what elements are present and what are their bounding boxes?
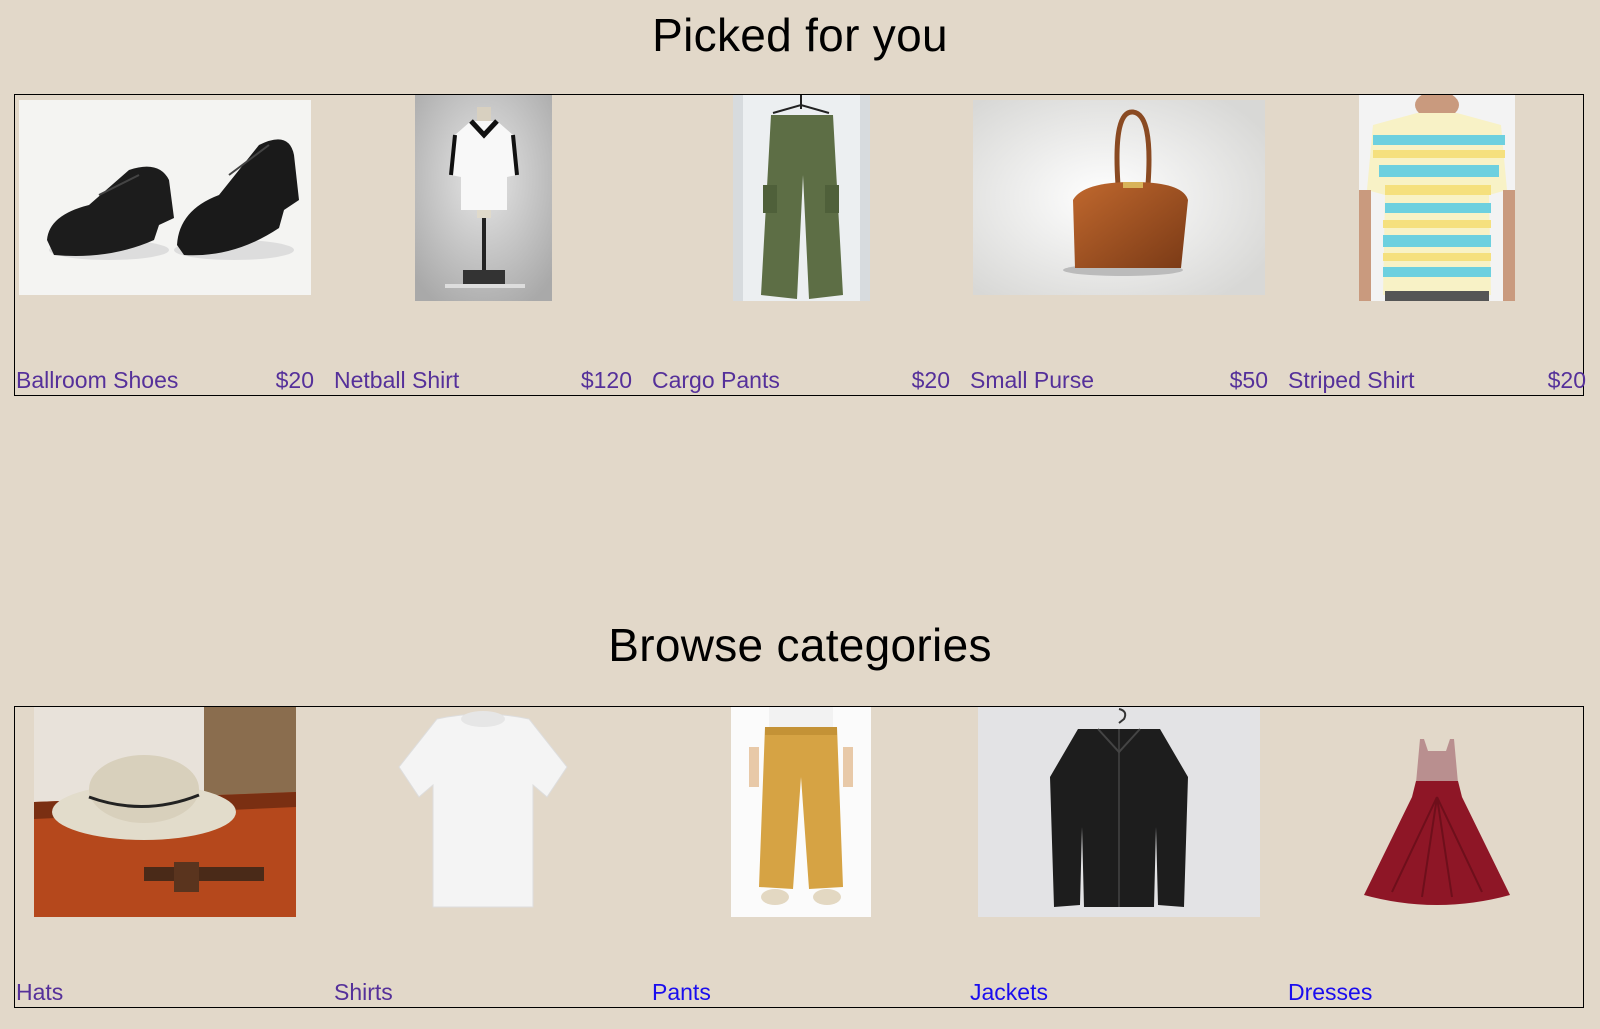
- product-name: Small Purse: [970, 367, 1094, 393]
- product-label: Cargo Pants $20: [652, 365, 950, 395]
- product-label: Small Purse $50: [970, 365, 1268, 395]
- product-image-netball-shirt: [414, 95, 552, 301]
- product-card[interactable]: Ballroom Shoes $20: [16, 95, 314, 395]
- section-title-browse: Browse categories: [608, 619, 992, 671]
- product-price: $20: [275, 367, 314, 393]
- picked-products-row: Ballroom Shoes $20 Netball Shirt $120 Ca…: [14, 94, 1586, 396]
- category-image-jackets: [978, 707, 1260, 917]
- product-name: Striped Shirt: [1288, 367, 1415, 393]
- category-name: Dresses: [1288, 979, 1373, 1005]
- product-price: $20: [1547, 367, 1586, 393]
- category-image-hats: [34, 707, 296, 917]
- product-name: Netball Shirt: [334, 367, 460, 393]
- product-price: $50: [1229, 367, 1268, 393]
- category-card-shirts[interactable]: Shirts: [334, 707, 632, 1007]
- section-title-picked: Picked for you: [652, 9, 948, 61]
- product-image-small-purse: [973, 100, 1265, 295]
- product-label: Ballroom Shoes $20: [16, 365, 314, 395]
- category-card-pants[interactable]: Pants: [652, 707, 950, 1007]
- product-name: Cargo Pants: [652, 367, 780, 393]
- category-card-jackets[interactable]: Jackets: [970, 707, 1268, 1007]
- category-name: Jackets: [970, 979, 1048, 1005]
- product-label: Netball Shirt $120: [334, 365, 632, 395]
- category-card-hats[interactable]: Hats: [16, 707, 314, 1007]
- category-image-shirts: [397, 707, 569, 913]
- category-name: Hats: [16, 979, 64, 1005]
- category-name: Pants: [652, 979, 711, 1005]
- category-label: Dresses: [1288, 977, 1586, 1007]
- product-card[interactable]: Striped Shirt $20: [1288, 95, 1586, 395]
- category-label: Pants: [652, 977, 950, 1007]
- product-card[interactable]: Cargo Pants $20: [652, 95, 950, 395]
- categories-row: Hats Shirts Pants Jackets Dresses: [14, 706, 1584, 1008]
- product-price: $20: [911, 367, 950, 393]
- product-image-ballroom-shoes: [19, 100, 311, 295]
- category-label: Jackets: [970, 977, 1268, 1007]
- category-label: Shirts: [334, 977, 632, 1007]
- product-card[interactable]: Netball Shirt $120: [334, 95, 632, 395]
- category-image-pants: [731, 707, 871, 917]
- product-label: Striped Shirt $20: [1288, 365, 1586, 395]
- product-card[interactable]: Small Purse $50: [970, 95, 1268, 395]
- product-image-cargo-pants: [732, 95, 870, 301]
- product-price: $120: [580, 367, 632, 393]
- category-name: Shirts: [334, 979, 393, 1005]
- category-image-dresses: [1362, 737, 1512, 909]
- product-name: Ballroom Shoes: [16, 367, 179, 393]
- category-card-dresses[interactable]: Dresses: [1288, 707, 1586, 1007]
- product-image-striped-shirt: [1359, 95, 1515, 301]
- category-label: Hats: [16, 977, 314, 1007]
